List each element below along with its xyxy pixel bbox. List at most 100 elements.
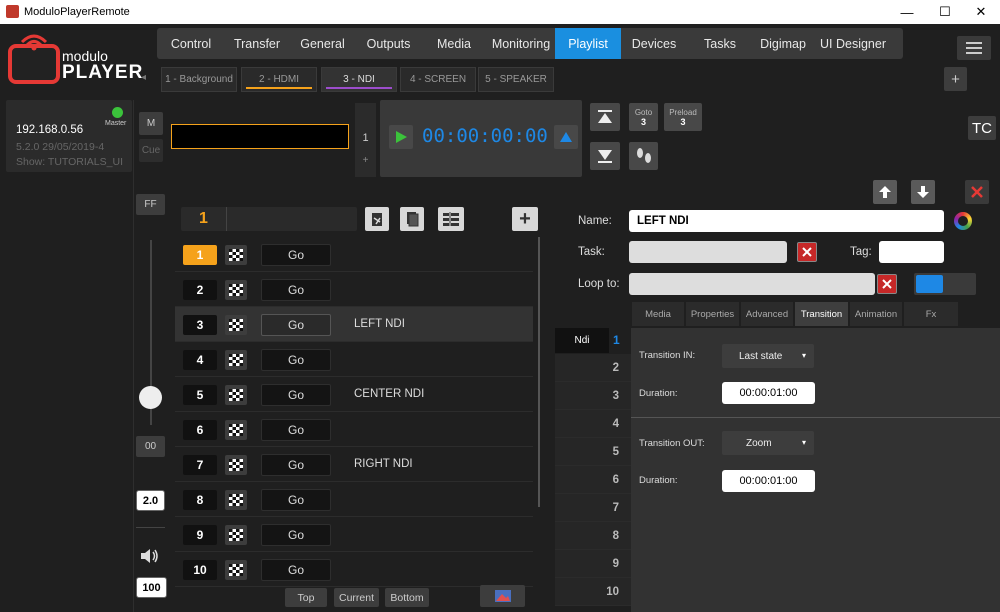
- speed-field[interactable]: 2.0: [136, 490, 165, 511]
- move-up-button[interactable]: [873, 180, 897, 204]
- table-row[interactable]: 6 Go: [175, 412, 533, 447]
- table-row[interactable]: 3 Go LEFT NDI: [175, 307, 533, 342]
- table-row[interactable]: 4 Go: [175, 342, 533, 377]
- checkered-flag-icon[interactable]: [225, 245, 247, 265]
- color-wheel-icon[interactable]: [954, 212, 972, 230]
- timecode-mode-button[interactable]: [554, 125, 578, 149]
- go-button[interactable]: Go: [261, 314, 331, 336]
- checkered-flag-icon[interactable]: [225, 420, 247, 440]
- footsteps-button[interactable]: [629, 142, 658, 170]
- checkered-flag-icon[interactable]: [225, 280, 247, 300]
- layer-tab-background[interactable]: 1 - Background: [161, 67, 237, 92]
- layer-tab-hdmi[interactable]: 2 - HDMI: [241, 67, 317, 92]
- go-button[interactable]: Go: [261, 384, 331, 406]
- go-top-button[interactable]: [590, 103, 620, 131]
- zero-button[interactable]: 00: [136, 436, 165, 457]
- layer-tab-ndi[interactable]: 3 - NDI: [321, 67, 397, 92]
- tab-properties[interactable]: Properties: [686, 302, 740, 326]
- nav-control[interactable]: Control: [157, 28, 225, 59]
- tab-animation[interactable]: Animation: [850, 302, 903, 326]
- table-row[interactable]: 7 Go RIGHT NDI: [175, 447, 533, 482]
- transition-in-duration-input[interactable]: 00:00:01:00: [722, 382, 815, 404]
- m-button[interactable]: M: [139, 112, 163, 135]
- checkered-flag-icon[interactable]: [225, 455, 247, 475]
- nav-media[interactable]: Media: [421, 28, 487, 59]
- name-input[interactable]: LEFT NDI: [629, 210, 944, 232]
- playlist-scrollbar[interactable]: [538, 237, 540, 507]
- close-window-button[interactable]: ✕: [958, 0, 1000, 24]
- fader-knob[interactable]: [139, 386, 162, 409]
- checkered-flag-icon[interactable]: [225, 490, 247, 510]
- tc-button[interactable]: TC: [968, 116, 996, 140]
- checkered-flag-icon[interactable]: [225, 350, 247, 370]
- delete-cue-button[interactable]: [965, 180, 989, 204]
- table-row[interactable]: 5 Go CENTER NDI: [175, 377, 533, 412]
- tabs-left-arrow-icon[interactable]: ◂: [141, 72, 146, 83]
- add-cue-button[interactable]: +: [512, 207, 538, 231]
- move-down-button[interactable]: [911, 180, 935, 204]
- nav-outputs[interactable]: Outputs: [356, 28, 421, 59]
- nav-transfer[interactable]: Transfer: [225, 28, 289, 59]
- current-button[interactable]: Current: [334, 588, 379, 607]
- go-button[interactable]: Go: [261, 419, 331, 441]
- layer-tab-speaker[interactable]: 5 - SPEAKER: [478, 67, 554, 92]
- ndi-cell[interactable]: 9: [555, 550, 631, 578]
- go-button[interactable]: Go: [261, 244, 331, 266]
- cue-stepper-plus[interactable]: +: [355, 155, 376, 171]
- transition-in-select[interactable]: Last state ▾: [722, 344, 814, 368]
- add-layer-button[interactable]: +: [944, 67, 967, 91]
- current-cue-field[interactable]: 1: [181, 207, 357, 231]
- ff-button[interactable]: FF: [136, 194, 165, 215]
- menu-icon[interactable]: [957, 36, 991, 60]
- go-button[interactable]: Go: [261, 489, 331, 511]
- checkered-flag-icon[interactable]: [225, 385, 247, 405]
- tab-media[interactable]: Media: [632, 302, 685, 326]
- checkered-flag-icon[interactable]: [225, 315, 247, 335]
- preload-button[interactable]: Preload 3: [664, 103, 702, 131]
- top-button[interactable]: Top: [285, 588, 327, 607]
- ndi-cell[interactable]: 8: [555, 522, 631, 550]
- ndi-cell[interactable]: 2: [555, 354, 631, 382]
- loop-toggle[interactable]: [914, 273, 976, 295]
- transition-out-duration-input[interactable]: 00:00:01:00: [722, 470, 815, 492]
- clear-loop-button[interactable]: [877, 274, 897, 294]
- go-bottom-button[interactable]: [590, 142, 620, 170]
- table-row[interactable]: 2 Go: [175, 272, 533, 307]
- table-row[interactable]: 8 Go: [175, 482, 533, 517]
- copy-cue-button[interactable]: [400, 207, 424, 231]
- cue-button[interactable]: Cue: [139, 139, 163, 162]
- layer-tab-screen[interactable]: 4 - SCREEN: [400, 67, 476, 92]
- go-button[interactable]: Go: [261, 454, 331, 476]
- thumbnail-button[interactable]: [480, 585, 525, 607]
- cue-stepper[interactable]: 1 +: [355, 103, 376, 177]
- tag-input[interactable]: [879, 241, 944, 263]
- play-button[interactable]: [389, 125, 413, 149]
- checkered-flag-icon[interactable]: [225, 560, 247, 580]
- go-button[interactable]: Go: [261, 279, 331, 301]
- nav-playlist[interactable]: Playlist: [555, 28, 621, 59]
- goto-button[interactable]: Goto 3: [629, 103, 658, 131]
- ndi-cell[interactable]: 3: [555, 382, 631, 410]
- go-button[interactable]: Go: [261, 349, 331, 371]
- task-input[interactable]: [629, 241, 787, 263]
- ndi-cell[interactable]: 1: [613, 328, 627, 353]
- checkered-flag-icon[interactable]: [225, 525, 247, 545]
- cue-name-input[interactable]: [171, 124, 349, 149]
- nav-digimap[interactable]: Digimap: [753, 28, 813, 59]
- table-row[interactable]: 9 Go: [175, 517, 533, 552]
- tab-advanced[interactable]: Advanced: [741, 302, 794, 326]
- ndi-cell[interactable]: 10: [555, 578, 631, 606]
- timeline-button[interactable]: [438, 207, 464, 231]
- nav-general[interactable]: General: [289, 28, 356, 59]
- transition-out-select[interactable]: Zoom ▾: [722, 431, 814, 455]
- nav-tasks[interactable]: Tasks: [687, 28, 753, 59]
- table-row[interactable]: 10 Go: [175, 552, 533, 587]
- nav-monitoring[interactable]: Monitoring: [487, 28, 555, 59]
- nav-devices[interactable]: Devices: [621, 28, 687, 59]
- tab-fx[interactable]: Fx: [904, 302, 959, 326]
- ndi-cell[interactable]: 7: [555, 494, 631, 522]
- go-button[interactable]: Go: [261, 524, 331, 546]
- ndi-cell[interactable]: 6: [555, 466, 631, 494]
- volume-field[interactable]: 100: [136, 577, 167, 598]
- ndi-cell[interactable]: 5: [555, 438, 631, 466]
